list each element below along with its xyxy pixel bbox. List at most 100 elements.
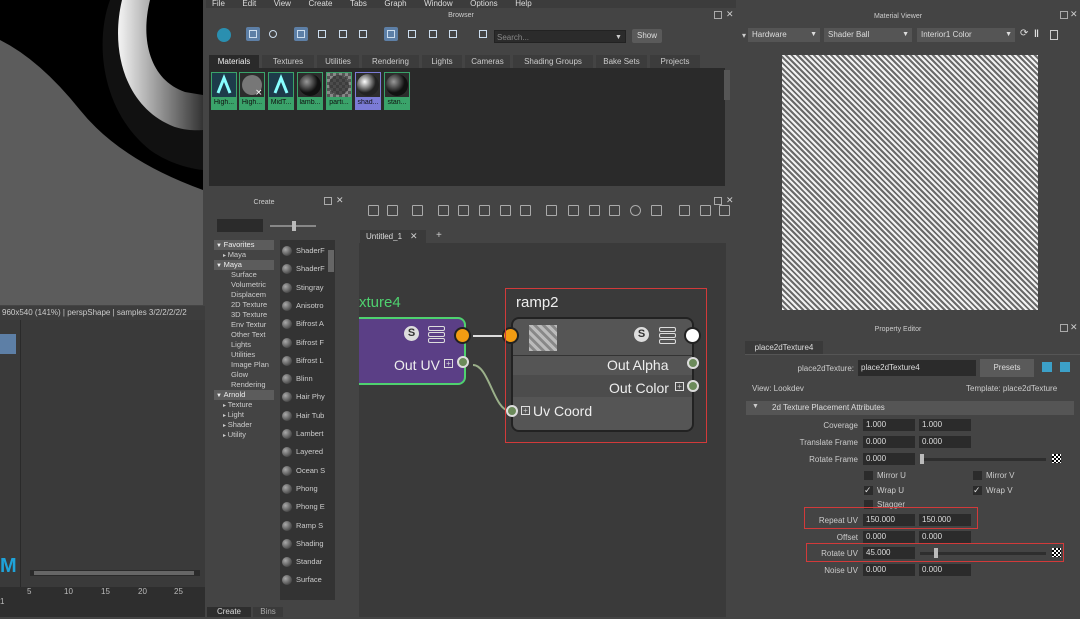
create-node-item[interactable]: Lambert <box>282 425 324 443</box>
offset-v-field[interactable]: 0.000 <box>919 531 971 543</box>
create-list-scrollbar[interactable] <box>328 250 334 272</box>
search-icon[interactable] <box>630 205 641 216</box>
create-node-item[interactable]: Ramp S <box>282 517 323 535</box>
float-icon[interactable] <box>1060 324 1068 332</box>
show-icon[interactable] <box>1060 362 1070 372</box>
options-icon[interactable] <box>1050 30 1058 40</box>
map-icon[interactable] <box>1052 454 1061 463</box>
sort-time-icon[interactable] <box>426 27 440 41</box>
material-swatch[interactable]: stan... <box>384 72 410 110</box>
menu-window[interactable]: Window <box>424 0 452 8</box>
graph-icon[interactable] <box>246 27 260 41</box>
wrap-u-checkbox[interactable]: ✓ <box>864 486 873 495</box>
sort-type-icon[interactable] <box>405 27 419 41</box>
tab-bake-sets[interactable]: Bake Sets <box>596 55 647 68</box>
size-slider[interactable] <box>270 221 316 231</box>
tree-item[interactable]: ▼ Maya <box>214 260 274 270</box>
add-tab-button[interactable]: + <box>436 230 442 241</box>
coverage-v-field[interactable]: 1.000 <box>919 419 971 431</box>
filter-icon[interactable] <box>476 27 490 41</box>
tree-item[interactable]: ▼ Favorites <box>214 240 274 250</box>
tree-item[interactable]: ▸ Maya <box>214 250 246 260</box>
tab-create[interactable]: Create <box>207 607 251 617</box>
noise-v-field[interactable]: 0.000 <box>919 564 971 576</box>
grid-icon[interactable] <box>679 205 690 216</box>
pause-icon[interactable]: ‖ <box>1034 29 1039 40</box>
shape-dropdown[interactable]: Shader Ball ▼ <box>824 28 912 42</box>
tree-item[interactable]: 3D Texture <box>214 310 267 320</box>
material-swatch[interactable]: High... <box>211 72 237 110</box>
camera-icon[interactable] <box>0 334 16 354</box>
tab-bins[interactable]: Bins <box>253 607 283 617</box>
rotate-frame-field[interactable]: 0.000 <box>863 453 915 465</box>
tab-shading-groups[interactable]: Shading Groups <box>513 55 593 68</box>
menu-tabs[interactable]: Tabs <box>350 0 367 8</box>
tree-item[interactable]: Lights <box>214 340 251 350</box>
create-node-item[interactable]: Shading <box>282 535 324 553</box>
layout-icon[interactable] <box>546 205 557 216</box>
node-tool-icon[interactable] <box>479 205 490 216</box>
tree-item[interactable]: Image Plan <box>214 360 269 370</box>
material-swatch[interactable]: lamb... <box>297 72 323 110</box>
tree-item[interactable]: 2D Texture <box>214 300 267 310</box>
node-name-field[interactable]: place2dTexture4 <box>858 360 976 376</box>
create-node-item[interactable]: Phong <box>282 480 318 498</box>
node-tool-icon[interactable] <box>438 205 449 216</box>
section-header[interactable]: ▼ 2d Texture Placement Attributes <box>746 401 1074 415</box>
browser-scrollbar[interactable] <box>724 70 730 100</box>
s-badge-icon[interactable]: S <box>404 326 419 341</box>
node-tool-icon[interactable] <box>500 205 511 216</box>
presets-button[interactable]: Presets <box>980 359 1034 377</box>
create-node-item[interactable]: Standar <box>282 553 322 571</box>
frame-icon[interactable] <box>651 205 662 216</box>
close-icon[interactable]: ✕ <box>1070 322 1078 333</box>
float-icon[interactable] <box>714 11 722 19</box>
tree-item[interactable]: Displacem <box>214 290 266 300</box>
create-node-item[interactable]: Blinn <box>282 370 313 388</box>
create-node-item[interactable]: Hair Tub <box>282 407 324 425</box>
float-icon[interactable] <box>324 197 332 205</box>
close-icon[interactable]: ✕ <box>726 9 734 20</box>
connection-icon[interactable] <box>266 27 280 41</box>
tree-item[interactable]: ▸ Utility <box>214 430 246 440</box>
env-dropdown[interactable]: Interior1 Color ▼ <box>917 28 1015 42</box>
tree-item[interactable]: Utilities <box>214 350 255 360</box>
menu-create[interactable]: Create <box>308 0 332 8</box>
tree-item[interactable]: Volumetric <box>214 280 266 290</box>
more-icon[interactable] <box>719 205 730 216</box>
show-button[interactable]: Show <box>632 29 662 43</box>
translate-frame-u-field[interactable]: 0.000 <box>863 436 915 448</box>
menu-file[interactable]: File <box>212 0 225 8</box>
mirror-v-checkbox[interactable] <box>973 471 982 480</box>
rotate-frame-slider[interactable] <box>920 454 1046 464</box>
create-node-item[interactable]: ShaderF <box>282 260 325 278</box>
create-node-item[interactable]: Layered <box>282 443 323 461</box>
chevron-down-icon[interactable]: ▼ <box>615 34 622 41</box>
sync-icon[interactable]: ⟳ <box>1020 28 1028 39</box>
menu-graph[interactable]: Graph <box>384 0 406 8</box>
expand-icon[interactable]: + <box>444 359 453 368</box>
close-tab-icon[interactable]: ✕ <box>410 231 418 242</box>
float-icon[interactable] <box>1060 11 1068 19</box>
sort-alpha-icon[interactable] <box>384 27 398 41</box>
menu-help[interactable]: Help <box>515 0 531 8</box>
create-node-item[interactable]: Surface <box>282 571 322 589</box>
wrap-v-checkbox[interactable]: ✓ <box>973 486 982 495</box>
tab-materials[interactable]: Materials <box>209 55 259 68</box>
tree-item[interactable]: Rendering <box>214 380 266 390</box>
node-tool-icon[interactable] <box>368 205 379 216</box>
create-node-item[interactable]: Anisotro <box>282 297 324 315</box>
create-filter-input[interactable] <box>217 219 263 232</box>
tab-textures[interactable]: Textures <box>262 55 314 68</box>
tab-rendering[interactable]: Rendering <box>362 55 419 68</box>
snap-icon[interactable] <box>700 205 711 216</box>
tree-item[interactable]: Surface <box>214 270 257 280</box>
noise-u-field[interactable]: 0.000 <box>863 564 915 576</box>
focus-icon[interactable] <box>1042 362 1052 372</box>
close-icon[interactable]: ✕ <box>336 195 344 206</box>
tree-item[interactable]: ▸ Shader <box>214 420 252 430</box>
layout-icon[interactable] <box>589 205 600 216</box>
node-tool-icon[interactable] <box>458 205 469 216</box>
material-swatch[interactable]: × High... <box>239 72 265 110</box>
attribute-list-icon[interactable] <box>428 326 445 343</box>
